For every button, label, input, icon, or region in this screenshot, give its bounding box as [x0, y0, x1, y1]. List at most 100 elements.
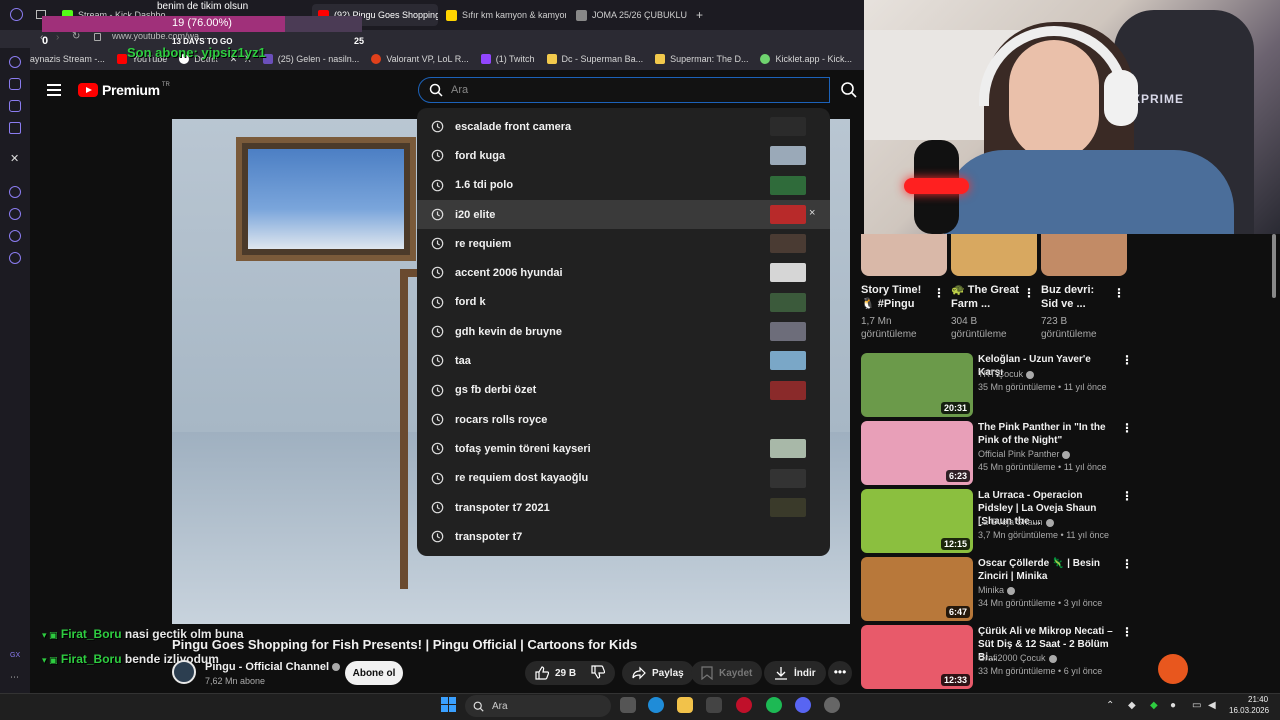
bookmark-superman-ba[interactable]: Dc - Superman Ba...: [546, 54, 643, 64]
file-explorer-icon[interactable]: [677, 697, 693, 713]
edge-icon[interactable]: [648, 697, 664, 713]
search-suggestion[interactable]: gdh kevin de bruyne: [417, 317, 830, 346]
sidebar-app-icon[interactable]: [9, 122, 21, 134]
recommended-channel[interactable]: Official Pink Panther: [978, 449, 1071, 459]
video-thumbnail[interactable]: 12:33: [861, 625, 973, 689]
search-input[interactable]: [451, 84, 811, 96]
recommended-video[interactable]: 20:31 Keloğlan - Uzun Yaver'e Karşı TRT Ço…: [861, 353, 1133, 417]
short-title[interactable]: Buz devri: Sid ve ...: [1041, 283, 1111, 311]
recommended-title[interactable]: Oscar Çöllerde 🦎 | Besin Zinciri | Minik…: [978, 557, 1118, 583]
clock-time[interactable]: 21:40: [1248, 695, 1268, 704]
subscribe-button[interactable]: Abone ol: [345, 661, 403, 685]
spotify-icon[interactable]: [766, 697, 782, 713]
video-thumbnail[interactable]: 12:15: [861, 489, 973, 553]
video-menu-icon[interactable]: ⋮: [1121, 625, 1133, 639]
short-thumbnail[interactable]: [1041, 234, 1127, 276]
video-menu-icon[interactable]: ⋮: [1121, 489, 1133, 503]
search-suggestion[interactable]: ford kuga: [417, 141, 830, 170]
video-menu-icon[interactable]: ⋮: [1121, 421, 1133, 435]
sidebar-app-icon[interactable]: [9, 100, 21, 112]
search-suggestion[interactable]: re requiem: [417, 229, 830, 258]
short-menu-icon[interactable]: ⋮: [933, 286, 945, 300]
video-menu-icon[interactable]: ⋮: [1121, 557, 1133, 571]
search-suggestion[interactable]: gs fb derbi özet: [417, 376, 830, 405]
tab-kamyon[interactable]: Sıfır km kamyon & kamyonet: [440, 4, 566, 26]
short-title[interactable]: Story Time! 🐧 #Pingu: [861, 283, 931, 311]
app-icon[interactable]: [824, 697, 840, 713]
search-suggestion[interactable]: tofaş yemin töreni kayseri: [417, 434, 830, 463]
video-thumbnail[interactable]: 20:31: [861, 353, 973, 417]
short-thumbnail[interactable]: [861, 234, 947, 276]
video-thumbnail[interactable]: 6:23: [861, 421, 973, 485]
discord-icon[interactable]: [795, 697, 811, 713]
recommended-video[interactable]: 6:47 Oscar Çöllerde 🦎 | Besin Zinciri | M…: [861, 557, 1133, 621]
windows-start-icon[interactable]: [441, 697, 456, 712]
bookmark-kicklet[interactable]: Kicklet.app - Kick...: [760, 54, 852, 64]
bookmark-valorant[interactable]: Valorant VP, LoL R...: [371, 54, 469, 64]
sidebar-history-icon[interactable]: [9, 208, 21, 220]
video-menu-icon[interactable]: ⋮: [1121, 353, 1133, 367]
bookmark-twitch[interactable]: (1) Twitch: [480, 54, 535, 64]
video-thumbnail[interactable]: 6:47: [861, 557, 973, 621]
search-suggestion[interactable]: transpoter t7 2021: [417, 493, 830, 522]
search-suggestion[interactable]: escalade front camera: [417, 112, 830, 141]
search-button-icon[interactable]: [840, 81, 858, 99]
clock-date[interactable]: 16.03.2026: [1229, 706, 1269, 715]
network-icon[interactable]: ▭: [1192, 700, 1201, 711]
recommended-video[interactable]: 12:33 Çürük Ali ve Mikrop Necati – Süt Di…: [861, 625, 1133, 689]
sidebar-app-icon[interactable]: [9, 186, 21, 198]
search-suggestion[interactable]: taa: [417, 346, 830, 375]
search-suggestion[interactable]: 1.6 tdi polo: [417, 171, 830, 200]
recommended-video[interactable]: 12:15 La Urraca - Operacion Pidsley | La …: [861, 489, 1133, 553]
search-box[interactable]: [418, 77, 830, 103]
search-suggestion[interactable]: transpoter t7: [417, 522, 830, 551]
opera-gx-icon[interactable]: [736, 697, 752, 713]
store-icon[interactable]: [706, 697, 722, 713]
channel-avatar[interactable]: [172, 660, 196, 684]
floating-app-button[interactable]: [1158, 654, 1188, 684]
taskbar-search[interactable]: Ara: [465, 695, 611, 717]
task-view-icon[interactable]: [620, 697, 636, 713]
sidebar-app-icon[interactable]: [9, 78, 21, 90]
sidebar-more-icon[interactable]: ⋯: [10, 672, 19, 683]
tray-app-icon[interactable]: ◆: [1128, 700, 1136, 711]
search-suggestion[interactable]: re requiem dost kayaoğlu: [417, 464, 830, 493]
search-suggestion[interactable]: rocars rolls royce: [417, 405, 830, 434]
hamburger-menu-icon[interactable]: [47, 84, 61, 96]
search-suggestion[interactable]: i20 elite ×: [417, 199, 830, 230]
recommended-channel[interactable]: TRT Çocuk: [978, 369, 1035, 379]
new-tab-icon[interactable]: +: [696, 8, 703, 22]
youtube-premium-logo[interactable]: Premium TR: [78, 82, 170, 98]
recommended-channel[interactable]: Grafi2000 Çocuk: [978, 653, 1057, 663]
dislike-button[interactable]: [591, 665, 606, 684]
recommended-title[interactable]: The Pink Panther in "In the Pink of the …: [978, 421, 1118, 447]
recommended-channel[interactable]: Minika: [978, 585, 1016, 595]
browser-logo-icon[interactable]: [10, 8, 23, 21]
channel-name[interactable]: Pingu - Official Channel: [205, 661, 341, 673]
share-button[interactable]: Paylaş: [622, 661, 694, 685]
tray-mic-icon[interactable]: ●: [1170, 700, 1176, 711]
short-menu-icon[interactable]: ⋮: [1113, 286, 1125, 300]
bookmark-gelen[interactable]: (25) Gelen - nasiln...: [262, 54, 359, 64]
download-button[interactable]: İndir: [764, 661, 826, 685]
scrollbar[interactable]: [1272, 234, 1276, 298]
more-actions-button[interactable]: •••: [828, 661, 852, 685]
forward-icon[interactable]: ›: [56, 32, 59, 43]
remove-suggestion-icon[interactable]: ×: [809, 207, 815, 219]
bookmark-superman-d[interactable]: Superman: The D...: [655, 54, 748, 64]
volume-icon[interactable]: ◀: [1208, 700, 1216, 711]
tab-joma[interactable]: JOMA 25/26 ÇUBUKLU FO: [570, 4, 690, 26]
tray-shield-icon[interactable]: ◆: [1150, 700, 1158, 711]
x-icon[interactable]: ✕: [10, 152, 19, 165]
sidebar-gx-icon[interactable]: GX: [10, 652, 20, 659]
sidebar-app-icon[interactable]: [9, 230, 21, 242]
search-suggestion[interactable]: ford k: [417, 288, 830, 317]
reload-icon[interactable]: ↻: [72, 31, 80, 42]
short-title[interactable]: 🐢 The Great Farm ...: [951, 283, 1021, 311]
short-menu-icon[interactable]: ⋮: [1023, 286, 1035, 300]
sidebar-settings-icon[interactable]: [9, 252, 21, 264]
recommended-channel[interactable]: La Oveja Shaun: [978, 517, 1054, 527]
search-suggestion[interactable]: accent 2006 hyundai: [417, 258, 830, 287]
save-button[interactable]: Kaydet: [691, 661, 763, 685]
sidebar-app-icon[interactable]: [9, 56, 21, 68]
